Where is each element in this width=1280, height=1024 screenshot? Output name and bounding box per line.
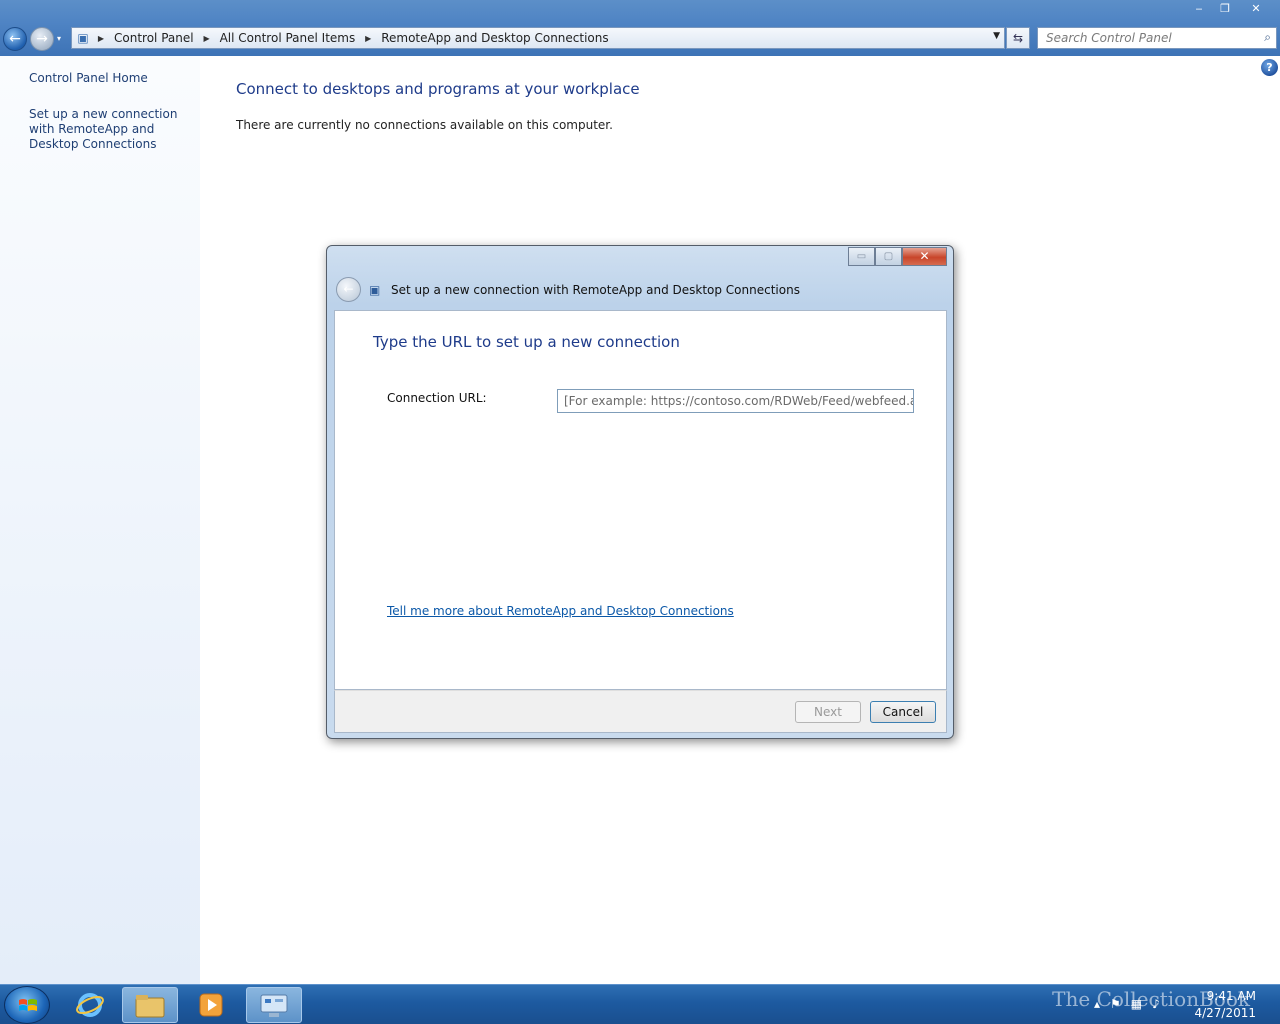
address-bar[interactable]: ▣ ▶ Control Panel ▶ All Control Panel It… (71, 27, 1005, 49)
dialog-content: Type the URL to set up a new connection … (334, 310, 947, 690)
clock-time[interactable]: 9:41 AM (1207, 989, 1256, 1003)
windows-logo-icon (19, 999, 37, 1011)
breadcrumb-separator-icon[interactable]: ▶ (361, 34, 375, 43)
refresh-button[interactable]: ⇆ (1006, 27, 1030, 49)
minimize-button[interactable]: ‒ (1186, 0, 1212, 18)
control-panel-icon: ▣ (77, 31, 89, 45)
setup-connection-dialog: ▭ ▢ ✕ ← ▣ Set up a new connection with R… (326, 245, 954, 739)
network-icon[interactable]: ▦ (1131, 997, 1142, 1011)
learn-more-link[interactable]: Tell me more about RemoteApp and Desktop… (387, 604, 734, 618)
window-controls: ‒ ❐ ✕ (1186, 0, 1274, 18)
dialog-back-button[interactable]: ← (336, 277, 361, 302)
recent-pages-button[interactable]: ▾ (57, 33, 67, 45)
breadcrumb-separator-icon[interactable]: ▶ (94, 34, 108, 43)
action-center-flag-icon[interactable]: ⚑ (1110, 997, 1121, 1011)
taskbar: The CollectionBook ▴ ⚑ ▦ ♪ 9:41 AM 4/27/… (0, 984, 1280, 1024)
breadcrumb-all-control-panel-items[interactable]: All Control Panel Items (214, 31, 362, 45)
back-arrow-icon: ← (9, 31, 21, 47)
dialog-footer: Next Cancel (334, 690, 947, 733)
breadcrumb-separator-icon[interactable]: ▶ (200, 34, 214, 43)
forward-button[interactable]: → (30, 27, 54, 51)
search-icon[interactable]: ⌕ (1264, 30, 1271, 45)
dialog-close-button[interactable]: ✕ (902, 247, 947, 266)
dialog-maximize-button[interactable]: ▢ (875, 247, 902, 266)
forward-arrow-icon: → (36, 31, 48, 47)
connection-url-input[interactable] (557, 389, 914, 413)
next-button[interactable]: Next (795, 701, 861, 723)
volume-icon[interactable]: ♪ (1152, 997, 1160, 1011)
clock-date[interactable]: 4/27/2011 (1194, 1006, 1256, 1020)
system-tray: ▴ ⚑ ▦ ♪ 9:41 AM 4/27/2011 (1090, 985, 1280, 1024)
page-title: Connect to desktops and programs at your… (236, 80, 640, 98)
breadcrumb-control-panel[interactable]: Control Panel (108, 31, 200, 45)
remoteapp-icon: ▣ (369, 283, 381, 297)
breadcrumb-remoteapp[interactable]: RemoteApp and Desktop Connections (375, 31, 614, 45)
dialog-minimize-button[interactable]: ▭ (848, 247, 875, 266)
close-button[interactable]: ✕ (1238, 0, 1274, 18)
windows-explorer-icon[interactable] (122, 987, 178, 1023)
address-dropdown-icon[interactable]: ▼ (993, 31, 1000, 41)
restore-button[interactable]: ❐ (1212, 0, 1238, 18)
dialog-heading: Type the URL to set up a new connection (373, 333, 680, 351)
media-player-icon[interactable] (183, 987, 239, 1023)
start-button[interactable] (4, 986, 50, 1024)
back-arrow-icon: ← (343, 282, 354, 296)
status-text: There are currently no connections avail… (236, 118, 613, 132)
explorer-title-bar: ‒ ❐ ✕ ← → ▾ ▣ ▶ Control Panel ▶ All Cont… (0, 0, 1280, 56)
help-button[interactable]: ? (1261, 59, 1278, 76)
search-input[interactable] (1038, 28, 1248, 48)
search-box[interactable]: ⌕ (1037, 27, 1277, 49)
internet-explorer-icon[interactable] (62, 987, 118, 1023)
sidebar-item-setup-connection[interactable]: Set up a new connection with RemoteApp a… (29, 107, 194, 152)
dialog-title: Set up a new connection with RemoteApp a… (391, 283, 800, 297)
sidebar: Control Panel Home Set up a new connecti… (0, 56, 200, 984)
cancel-button[interactable]: Cancel (870, 701, 936, 723)
tray-icons: ▴ ⚑ ▦ ♪ (1094, 997, 1160, 1011)
connection-url-label: Connection URL: (387, 391, 487, 405)
dialog-window-controls: ▭ ▢ ✕ (848, 247, 947, 266)
show-hidden-icons-icon[interactable]: ▴ (1094, 997, 1100, 1011)
control-panel-icon[interactable] (246, 987, 302, 1023)
sidebar-item-control-panel-home[interactable]: Control Panel Home (29, 71, 194, 86)
back-button[interactable]: ← (3, 27, 27, 51)
refresh-icon: ⇆ (1012, 31, 1024, 45)
help-icon: ? (1266, 61, 1273, 74)
